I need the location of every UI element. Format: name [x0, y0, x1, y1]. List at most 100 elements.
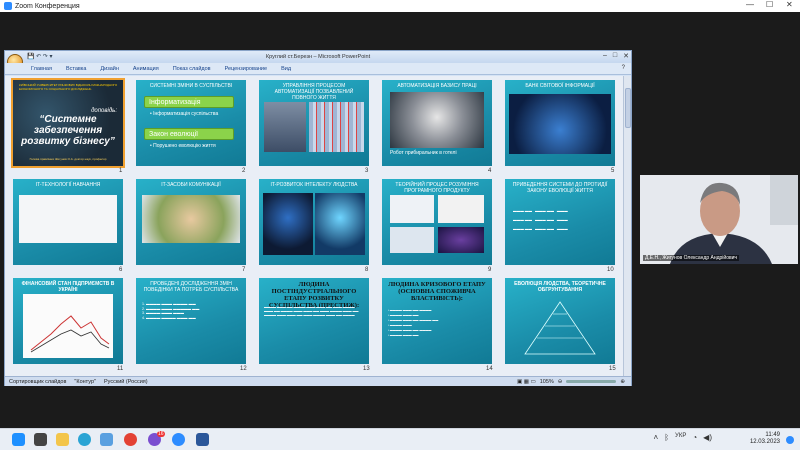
slide-13-text: ▬▬▬▬ ▬▬▬ ▬▬ ▬▬▬▬ ▬▬▬ ▬▬▬ ▬▬ ▬▬▬ ▬▬▬▬ ▬▬▬… [264, 305, 359, 317]
slide-thumb-5[interactable]: БАНК СВІТОВОЇ ІНФОРМАЦІЇ [505, 80, 615, 166]
slide-8-ai-image-2 [315, 193, 365, 255]
system-tray[interactable]: ˄ ᛒ УКР ◔ ◀) [654, 433, 712, 442]
slide-5-servers-photo [509, 94, 611, 154]
slide-5-title: БАНК СВІТОВОЇ ІНФОРМАЦІЇ [525, 83, 595, 89]
slide-thumb-7[interactable]: IT-ЗАСОБИ КОМУНІКАЦІЇ [136, 179, 246, 265]
slide-thumb-2[interactable]: СИСТЕМНІ ЗМІНИ В СУСПІЛЬСТВІ Інформатиза… [136, 80, 246, 166]
slide-number: 1 [119, 168, 123, 174]
zoom-title: Zoom Конференция [15, 2, 80, 10]
close-icon[interactable]: ✕ [786, 0, 793, 9]
theme-status: "Контур" [74, 378, 96, 385]
slide-3-photo-1 [264, 102, 306, 152]
slide-thumb-15[interactable]: ЕВОЛЮЦІЯ ЛЮДСТВА, ТЕОРЕТИЧНЕ ОБГРУНТУВАН… [505, 278, 615, 364]
slide-number: 13 [363, 366, 370, 372]
slide-14-title: ЛЮДИНА КРИЗОВОГО ЕТАПУ (ОСНОВНА СПОЖИВЧА… [388, 281, 486, 302]
maximize-icon[interactable]: ☐ [766, 0, 773, 9]
slide-thumb-11[interactable]: ФІНАНСОВИЙ СТАН ПІДПРИЄМСТВ В УКРАЇНІ [13, 278, 123, 364]
zoom-title-bar: Zoom Конференция — ☐ ✕ [0, 0, 800, 12]
slide-number: 9 [488, 267, 492, 273]
tab-home[interactable]: Главная [31, 66, 52, 72]
tab-slideshow[interactable]: Показ слайдов [173, 66, 211, 72]
slide-thumb-4[interactable]: АВТОМАТИЗАЦІЯ БАЗИСУ ПРАЦІ Робот прибира… [382, 80, 492, 166]
minimize-icon[interactable]: – [603, 52, 607, 60]
view-buttons[interactable]: ▣ ▦ ▭ [517, 379, 536, 385]
slide-thumb-12[interactable]: ПРОВЕДЕНІ ДОСЛІДЖЕННЯ ЗМІН ПОВЕДІНКИ ТА … [136, 278, 246, 364]
slide-thumb-1[interactable]: КИЇВСЬКИЙ УНІВЕРСИТЕТ РИНКОВИХ ВІДНОСИН … [11, 78, 125, 168]
edge-icon[interactable] [78, 433, 91, 446]
ppt-window-title: Круглий ст.Березн – Microsoft PowerPoint [5, 51, 631, 63]
participant-video[interactable] [640, 175, 798, 264]
store-icon[interactable] [100, 433, 113, 446]
chevron-up-icon[interactable]: ˄ [654, 433, 659, 442]
slide-15-pyramid-diagram [524, 301, 596, 355]
slide-11-title: ФІНАНСОВИЙ СТАН ПІДПРИЄМСТВ В УКРАЇНІ [21, 281, 115, 293]
slide-thumb-10[interactable]: ПРИВЕДЕННЯ СИСТЕМИ ДО ПРОТИДІЇ ЗАКОНУ ЕВ… [505, 179, 615, 265]
wifi-icon[interactable]: ◔ [692, 433, 697, 442]
slide-10-text: ▬▬▬ ▬▬ ▬▬▬ ▬▬ ▬▬▬ ▬▬▬ ▬▬ ▬▬▬ ▬▬ ▬▬▬ ▬▬▬ ▬▬… [513, 209, 568, 232]
scroll-thumb[interactable] [625, 88, 631, 128]
start-button[interactable] [12, 433, 25, 446]
quick-access-toolbar[interactable]: 💾 ↶ ↷ ▾ [27, 53, 53, 60]
slide-8-title: IT-РОЗВИТОК ІНТЕЛЕКТУ ЛЮДСТВА [270, 182, 358, 188]
slide-1-title: “Системне забезпечення розвитку бізнесу” [21, 114, 115, 147]
slide-6-title: IT-ТЕХНОЛОГІЇ НАВЧАННЯ [35, 182, 101, 188]
bluetooth-icon[interactable]: ᛒ [664, 433, 669, 442]
tab-insert[interactable]: Вставка [66, 66, 86, 72]
slide-thumb-6[interactable]: IT-ТЕХНОЛОГІЇ НАВЧАННЯ [13, 179, 123, 265]
slide-4-caption: Робот прибиральник в готелі [390, 150, 457, 156]
zoom-in-icon[interactable]: ⊕ [620, 379, 625, 385]
slide-number: 2 [242, 168, 246, 174]
chrome-icon[interactable] [124, 433, 137, 446]
slide-number: 12 [240, 366, 247, 372]
slide-12-title: ПРОВЕДЕНІ ДОСЛІДЖЕННЯ ЗМІН ПОВЕДІНКИ ТА … [143, 281, 239, 293]
slide-2-bullet-2: • Порушено еволюцію життя [150, 143, 216, 149]
zoom-app-icon[interactable] [172, 433, 185, 446]
slide-sorter: КИЇВСЬКИЙ УНІВЕРСИТЕТ РИНКОВИХ ВІДНОСИН … [5, 76, 623, 376]
tab-design[interactable]: Дизайн [100, 66, 119, 72]
slide-number: 6 [119, 267, 123, 273]
slide-thumb-14[interactable]: ЛЮДИНА КРИЗОВОГО ЕТАПУ (ОСНОВНА СПОЖИВЧА… [382, 278, 492, 364]
file-explorer-icon[interactable] [56, 433, 69, 446]
task-view-icon[interactable] [34, 433, 47, 446]
slide-9-network-image [390, 227, 434, 253]
volume-icon[interactable]: ◀) [703, 433, 712, 442]
tab-view[interactable]: Вид [281, 66, 291, 72]
slide-thumb-13[interactable]: ЛЮДИНА ПОСТІНДУСТРІАЛЬНОГО ЕТАПУ РОЗВИТК… [259, 278, 369, 364]
slide-2-box-informatization: Інформатизація [144, 96, 234, 108]
slide-3-photo-2 [309, 102, 364, 152]
slide-number: 11 [117, 366, 124, 372]
slide-1-header: КИЇВСЬКИЙ УНІВЕРСИТЕТ РИНКОВИХ ВІДНОСИН … [19, 83, 118, 91]
slide-number: 8 [365, 267, 369, 273]
slide-thumb-8[interactable]: IT-РОЗВИТОК ІНТЕЛЕКТУ ЛЮДСТВА [259, 179, 369, 265]
slide-2-box-evolution: Закон еволюції [144, 128, 234, 140]
slide-11-line-chart [30, 315, 110, 353]
slide-number: 3 [365, 168, 369, 174]
vertical-scrollbar[interactable] [623, 76, 631, 376]
slide-2-bullet-1: • Інформатизація суспільства [150, 111, 219, 117]
slide-thumb-9[interactable]: ТЕОРІЙНИЙ ПРОЦЕС РОЗУМІННЯ ПРОГРАМНОГО П… [382, 179, 492, 265]
powerpoint-window: Круглий ст.Березн – Microsoft PowerPoint… [4, 50, 632, 386]
slide-number: 7 [242, 267, 246, 273]
slide-3-title: УПРАВЛІННЯ ПРОЦЕСОМ АВТОМАТИЗАЦІЇ ПОЗБАВ… [274, 83, 354, 101]
clock[interactable]: 11:49 12.03.2023 [750, 432, 780, 446]
slide-11-chart [23, 294, 113, 358]
slide-thumb-3[interactable]: УПРАВЛІННЯ ПРОЦЕСОМ АВТОМАТИЗАЦІЇ ПОЗБАВ… [259, 80, 369, 166]
tab-animation[interactable]: Анимация [133, 66, 159, 72]
slide-9-laptop-image [390, 195, 434, 223]
tab-review[interactable]: Рецензирование [225, 66, 267, 72]
slide-14-text: • ▬▬▬▬ ▬▬▬ ▬▬ ▬▬▬▬ • ▬▬▬▬ ▬▬▬ ▬▬ • ▬▬▬▬ ▬▬… [388, 308, 439, 337]
ppt-window-controls[interactable]: – □ ✕ [603, 52, 629, 60]
slide-10-title: ПРИВЕДЕННЯ СИСТЕМИ ДО ПРОТИДІЇ ЗАКОНУ ЕВ… [512, 182, 608, 194]
lang-indicator[interactable]: УКР [675, 433, 686, 442]
zoom-slider[interactable] [566, 380, 617, 383]
slide-1-author: Голова правління Жигунов О.А. доктор нау… [29, 157, 107, 162]
minimize-icon[interactable]: — [746, 0, 754, 9]
maximize-icon[interactable]: □ [613, 52, 617, 60]
zoom-level: 105% [539, 378, 554, 385]
status-bar: Сортировщик слайдов "Контур" Русский (Ро… [5, 376, 631, 386]
help-icon[interactable]: ? [622, 65, 625, 71]
zoom-out-icon[interactable]: ⊖ [558, 379, 563, 385]
close-icon[interactable]: ✕ [623, 52, 629, 60]
notification-icon[interactable] [786, 436, 794, 444]
word-icon[interactable] [196, 433, 209, 446]
